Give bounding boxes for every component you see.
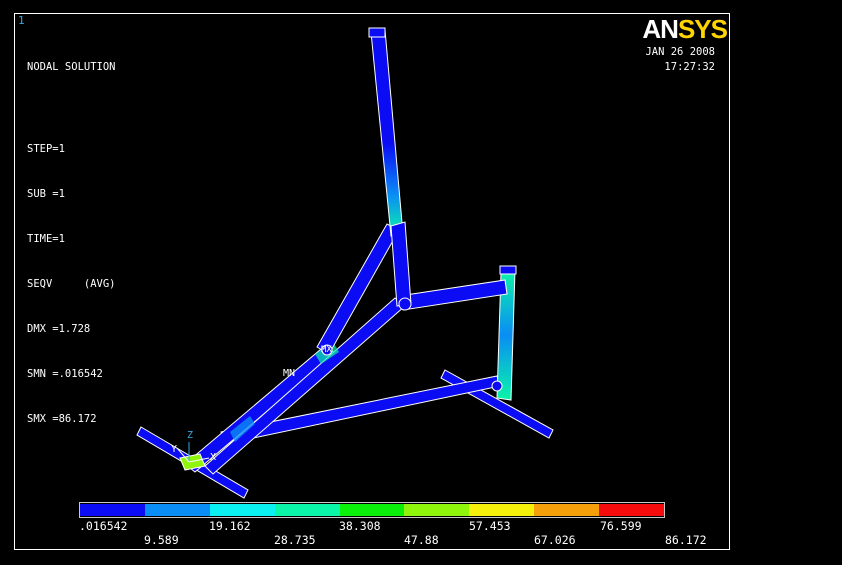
min-marker: MN — [283, 368, 295, 379]
legend-segment-2 — [144, 504, 211, 516]
beam-secondary-diagonal — [204, 297, 406, 475]
legend-label-bottom-4: 67.026 — [534, 533, 576, 547]
legend-label-top-5: 76.599 — [600, 519, 642, 533]
beam-upper-horizontal — [398, 279, 508, 311]
triad-z-label: Z — [187, 430, 193, 441]
frame-model: MN MX Z Y X — [136, 27, 554, 499]
beam-lower-diagonal — [184, 343, 336, 473]
legend-segment-3 — [209, 504, 276, 516]
legend-label-top-1: .016542 — [79, 519, 128, 533]
legend-segment-4 — [274, 504, 341, 516]
legend-segment-6 — [404, 504, 470, 516]
legend-label-bottom-2: 28.735 — [274, 533, 316, 547]
legend-segment-9 — [599, 504, 665, 516]
graphics-viewport[interactable]: 1 NODAL SOLUTION STEP=1 SUB =1 TIME=1 SE… — [14, 13, 730, 550]
legend-segment-7 — [469, 504, 535, 516]
legend-segment-1 — [80, 504, 146, 516]
legend-label-top-4: 57.453 — [469, 519, 511, 533]
post-cap — [499, 265, 517, 275]
legend-segment-8 — [534, 504, 600, 516]
legend-segment-5 — [339, 504, 405, 516]
column-joint — [390, 221, 412, 307]
legend-label-bottom-1: 9.589 — [144, 533, 179, 547]
legend-label-top-2: 19.162 — [209, 519, 251, 533]
beam-tall-column — [370, 29, 404, 237]
triad-x-label: X — [210, 452, 216, 463]
triad-y-label: Y — [171, 444, 177, 455]
max-marker: MX — [321, 345, 332, 355]
legend-label-bottom-5: 86.172 — [665, 533, 707, 547]
legend-label-top-3: 38.308 — [339, 519, 381, 533]
legend-label-bottom-3: 47.88 — [404, 533, 439, 547]
contour-legend-bar — [79, 502, 665, 518]
column-cap — [368, 27, 386, 38]
